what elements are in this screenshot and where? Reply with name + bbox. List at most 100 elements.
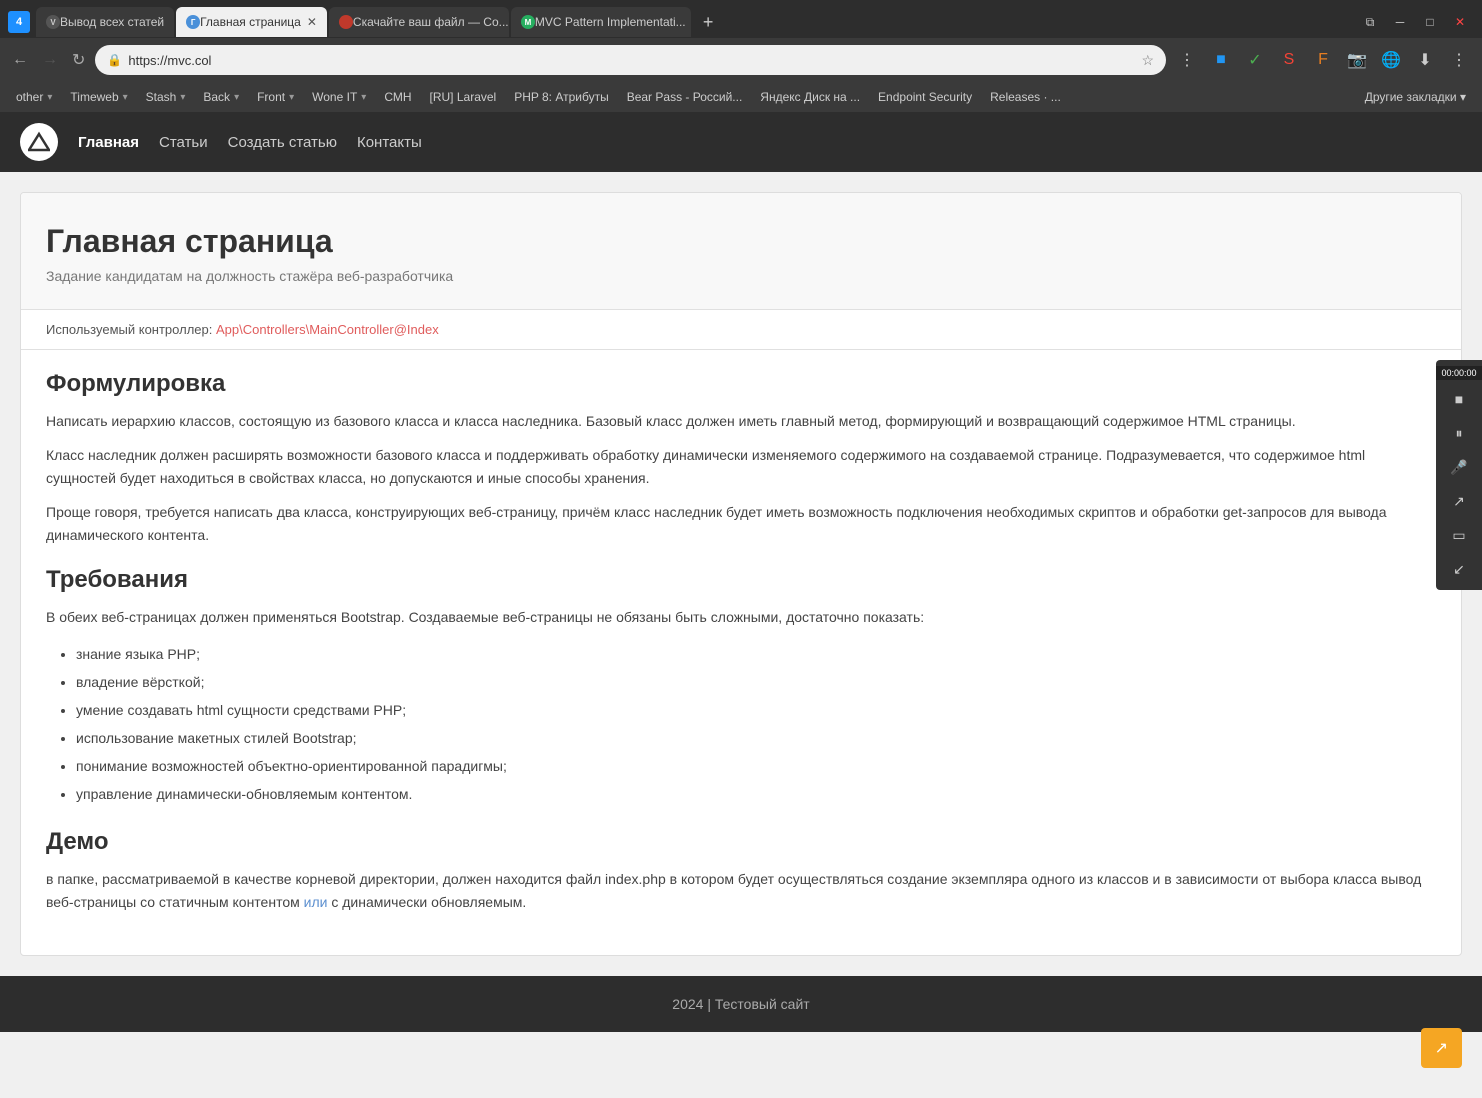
bookmark-yandex[interactable]: Яндекс Диск на ... (752, 88, 868, 106)
menu-btn[interactable]: ⋮ (1444, 45, 1474, 75)
side-widget-mic-btn[interactable]: 🎤 (1441, 452, 1477, 482)
nav-link-articles[interactable]: Статьи (159, 134, 208, 151)
address-text: https://mvc.col (128, 53, 1135, 68)
browser-ext-7[interactable]: ⬇ (1410, 45, 1440, 75)
controller-info: Используемый контроллер: App\Controllers… (21, 310, 1461, 350)
toolbar-icons: ⋮ ■ ✓ S F 📷 🌐 ⬇ ⋮ (1172, 45, 1474, 75)
side-widget-pause-btn[interactable]: ⏸ (1441, 418, 1477, 448)
bookmark-other-dropdown: ▾ (47, 92, 52, 103)
bookmark-bearpass[interactable]: Bear Pass - Россий... (619, 88, 751, 106)
bookmark-front-dropdown: ▾ (289, 92, 294, 103)
tab-close-main[interactable]: ✕ (307, 15, 317, 29)
bookmark-endpoint-label: Endpoint Security (878, 90, 972, 104)
bookmark-php8[interactable]: PHP 8: Атрибуты (506, 88, 616, 106)
address-bar: ← → ↻ 🔒 https://mvc.col ☆ ⋮ ■ ✓ S F 📷 🌐 … (0, 38, 1482, 82)
win-restore-btn[interactable]: ⧉ (1356, 11, 1384, 33)
side-widget: 00:00:00 ■ ⏸ 🎤 ↗ ▭ ↙ (1436, 360, 1482, 590)
bookmark-woneit[interactable]: Wone IT ▾ (304, 88, 374, 106)
address-input-wrap[interactable]: 🔒 https://mvc.col ☆ (95, 45, 1166, 75)
browser-ext-4[interactable]: F (1308, 45, 1338, 75)
fab-button[interactable]: ↗ (1421, 1028, 1462, 1068)
bookmark-other[interactable]: other ▾ (8, 88, 60, 106)
side-widget-stop-btn[interactable]: ■ (1441, 384, 1477, 414)
side-widget-screen-btn[interactable]: ▭ (1441, 520, 1477, 550)
demo-link-ili[interactable]: или (304, 894, 328, 910)
paragraph-demo: в папке, рассматриваемой в качестве корн… (46, 868, 1436, 913)
side-widget-arrow-up-btn[interactable]: ↗ (1441, 486, 1477, 516)
tab-favicon-main: Г (186, 15, 200, 29)
browser-ext-2[interactable]: ✓ (1240, 45, 1270, 75)
requirements-list: знание языка PHP; владение вёрсткой; уме… (46, 640, 1436, 808)
bookmarks-more[interactable]: Другие закладки ▾ (1357, 88, 1474, 106)
bookmark-laravel[interactable]: [RU] Laravel (422, 88, 505, 106)
tab-mvc[interactable]: M MVC Pattern Implementati... (511, 7, 691, 37)
list-item: понимание возможностей объектно-ориентир… (76, 752, 1436, 780)
bookmark-endpoint[interactable]: Endpoint Security (870, 88, 980, 106)
bookmark-timeweb-dropdown: ▾ (123, 92, 128, 103)
bookmark-woneit-dropdown: ▾ (361, 92, 366, 103)
main-content: Главная страница Задание кандидатам на д… (0, 172, 1482, 976)
browser-ext-6[interactable]: 🌐 (1376, 45, 1406, 75)
nav-link-home[interactable]: Главная (78, 134, 139, 151)
tab-favicon-mvc: M (521, 15, 535, 29)
new-tab-button[interactable]: + (697, 12, 720, 33)
footer-text: 2024 | Тестовый сайт (672, 996, 809, 1012)
nav-link-contacts[interactable]: Контакты (357, 134, 422, 151)
bookmark-bearpass-label: Bear Pass - Россий... (627, 90, 743, 104)
hero-title: Главная страница (46, 223, 1436, 260)
controller-prefix: Используемый контроллер: (46, 322, 212, 337)
site-footer: 2024 | Тестовый сайт (0, 976, 1482, 1032)
browser-chrome: 4 V Вывод всех статей Г Главная страница… (0, 0, 1482, 112)
controller-link[interactable]: App\Controllers\MainController@Index (216, 322, 439, 337)
logo-icon (28, 131, 50, 153)
bookmark-timeweb-label: Timeweb (70, 90, 118, 104)
section-title-demo: Демо (46, 828, 1436, 856)
bookmark-yandex-label: Яндекс Диск на ... (760, 90, 860, 104)
hero-section: Главная страница Задание кандидатам на д… (21, 193, 1461, 310)
section-title-formulation: Формулировка (46, 370, 1436, 398)
tab-main[interactable]: Г Главная страница ✕ (176, 7, 327, 37)
browser-ext-3[interactable]: S (1274, 45, 1304, 75)
content-card: Главная страница Задание кандидатам на д… (20, 192, 1462, 956)
win-maximize-btn[interactable]: □ (1416, 11, 1444, 33)
bookmark-back-dropdown: ▾ (234, 92, 239, 103)
nav-link-create[interactable]: Создать статью (228, 134, 337, 151)
bookmark-timeweb[interactable]: Timeweb ▾ (62, 88, 135, 106)
reload-button[interactable]: ↻ (68, 46, 89, 74)
bookmark-laravel-label: [RU] Laravel (430, 90, 497, 104)
extensions-btn[interactable]: ⋮ (1172, 45, 1202, 75)
bookmark-icon[interactable]: ☆ (1141, 52, 1154, 69)
tab-vyvod[interactable]: V Вывод всех статей (36, 7, 174, 37)
section-title-requirements: Требования (46, 566, 1436, 594)
site-logo (20, 123, 58, 161)
side-widget-arrow-down-btn[interactable]: ↙ (1441, 554, 1477, 584)
paragraph-formulation-1: Написать иерархию классов, состоящую из … (46, 410, 1436, 432)
bookmark-smn-label: СМН (384, 90, 411, 104)
bookmark-releases-label: Releases · ... (990, 90, 1061, 104)
win-minimize-btn[interactable]: ─ (1386, 11, 1414, 33)
paragraph-formulation-3: Проще говоря, требуется написать два кла… (46, 501, 1436, 546)
bookmark-php8-label: PHP 8: Атрибуты (514, 90, 608, 104)
tab-skachat[interactable]: Скачайте ваш файл — Co... (329, 7, 509, 37)
forward-button[interactable]: → (38, 47, 62, 73)
list-item: управление динамически-обновляемым конте… (76, 780, 1436, 808)
bookmark-stash-label: Stash (146, 90, 177, 104)
bookmark-releases[interactable]: Releases · ... (982, 88, 1069, 106)
back-button[interactable]: ← (8, 47, 32, 73)
side-widget-timer: 00:00:00 (1436, 366, 1482, 380)
win-close-btn[interactable]: ✕ (1446, 11, 1474, 33)
lock-icon: 🔒 (107, 53, 122, 67)
bookmark-back[interactable]: Back ▾ (195, 88, 247, 106)
tab-label-mvc: MVC Pattern Implementati... (535, 15, 686, 29)
website-wrapper: Главная Статьи Создать статью Контакты Г… (0, 112, 1482, 1032)
list-item: умение создавать html сущности средствам… (76, 696, 1436, 724)
tab-label-vyvod: Вывод всех статей (60, 15, 164, 29)
bookmark-stash[interactable]: Stash ▾ (138, 88, 194, 106)
bookmark-front[interactable]: Front ▾ (249, 88, 302, 106)
hero-subtitle: Задание кандидатам на должность стажёра … (46, 268, 1436, 284)
browser-ext-1[interactable]: ■ (1206, 45, 1236, 75)
bookmark-smn[interactable]: СМН (376, 88, 419, 106)
tab-group-indicator: 4 (8, 11, 30, 33)
browser-ext-5[interactable]: 📷 (1342, 45, 1372, 75)
bookmark-back-label: Back (203, 90, 230, 104)
